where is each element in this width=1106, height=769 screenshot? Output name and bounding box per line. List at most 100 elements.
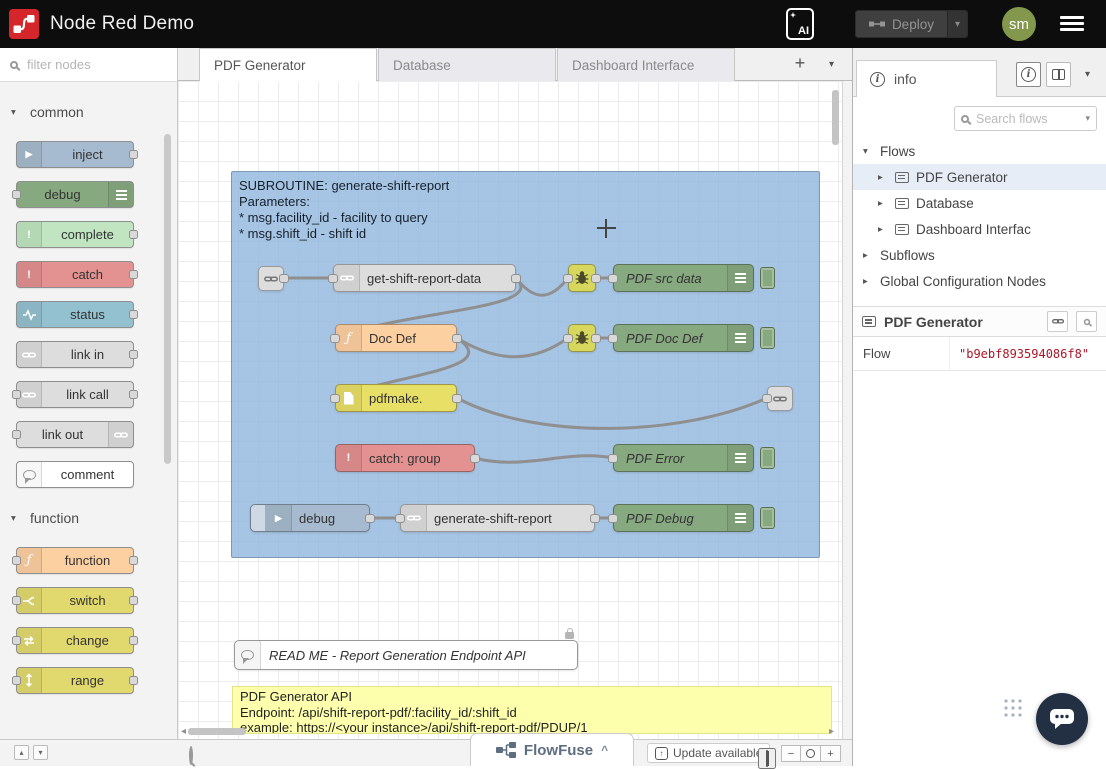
flowfuse-panel-toggle[interactable]: FlowFuse ^ <box>470 733 634 766</box>
palette-node-status[interactable]: status <box>16 301 134 328</box>
palette-node-inject[interactable]: ▶ inject <box>16 141 134 168</box>
debug-toggle-button[interactable] <box>760 447 775 469</box>
node-inject-debug[interactable]: ▶ debug <box>250 504 370 532</box>
canvas-vertical-scrollbar[interactable] <box>832 90 839 145</box>
debug-toggle-button[interactable] <box>760 507 775 529</box>
node-link-in[interactable] <box>258 266 284 291</box>
node-doc-def[interactable]: ƒ Doc Def <box>335 324 457 352</box>
palette-node-comment[interactable]: comment <box>16 461 134 488</box>
tab-dashboard-interface[interactable]: Dashboard Interface <box>557 48 735 81</box>
palette-node-link-in[interactable]: link in <box>16 341 134 368</box>
node-port[interactable] <box>608 454 618 463</box>
palette-node-function[interactable]: ƒ function <box>16 547 134 574</box>
chevron-down-icon[interactable]: ▾ <box>863 146 873 157</box>
node-port[interactable] <box>452 394 462 403</box>
node-port[interactable] <box>591 274 601 283</box>
node-port[interactable] <box>279 274 289 283</box>
drag-handle-icon[interactable] <box>1003 698 1023 723</box>
sidebar-tab-info[interactable]: i info <box>856 60 997 97</box>
wire[interactable] <box>457 338 568 357</box>
palette-node-switch[interactable]: switch <box>16 587 134 614</box>
node-port[interactable] <box>608 274 618 283</box>
node-port[interactable] <box>330 334 340 343</box>
wire[interactable] <box>516 278 568 295</box>
palette-filter[interactable] <box>0 48 177 82</box>
node-link-out[interactable] <box>767 386 793 411</box>
node-port[interactable] <box>328 274 338 283</box>
palette-node-link-out[interactable]: link out <box>16 421 134 448</box>
node-port[interactable] <box>608 514 618 523</box>
tree-row-flows[interactable]: ▾ Flows <box>853 138 1106 164</box>
node-pdf-src-data[interactable]: PDF src data <box>613 264 754 292</box>
tab-pdf-generator[interactable]: PDF Generator <box>199 48 377 81</box>
update-available-button[interactable]: ↑ Update available <box>647 743 770 763</box>
node-debug-bug[interactable] <box>568 324 596 352</box>
node-port[interactable] <box>563 274 573 283</box>
node-port[interactable] <box>762 394 772 403</box>
tab-database[interactable]: Database <box>378 48 556 81</box>
chevron-down-icon[interactable]: ▾ <box>1085 113 1090 124</box>
chevron-right-icon[interactable]: ▸ <box>863 250 873 261</box>
node-debug-bug[interactable] <box>568 264 596 292</box>
tree-row-database[interactable]: ▸ Database <box>853 190 1106 216</box>
node-port[interactable] <box>511 274 521 283</box>
node-comment-readme[interactable]: READ ME - Report Generation Endpoint API <box>234 640 578 670</box>
palette-filter-input[interactable] <box>25 56 167 73</box>
tree-row-pdf-generator[interactable]: ▸ PDF Generator <box>853 164 1106 190</box>
node-port[interactable] <box>608 334 618 343</box>
canvas-horizontal-scrollbar[interactable] <box>188 728 246 735</box>
node-port[interactable] <box>395 514 405 523</box>
node-port[interactable] <box>591 334 601 343</box>
palette-category-common[interactable]: ▾ common <box>0 96 177 128</box>
node-port[interactable] <box>452 334 462 343</box>
wire[interactable] <box>475 456 613 462</box>
search-flows-box[interactable]: ▾ <box>954 106 1097 131</box>
tree-row-dashboard-interface[interactable]: ▸ Dashboard Interfac <box>853 216 1106 242</box>
user-avatar[interactable]: sm <box>1002 7 1036 41</box>
zoom-reset-button[interactable] <box>801 745 821 762</box>
scroll-left-button[interactable]: ◂ <box>181 726 186 737</box>
palette-node-link-call[interactable]: link call <box>16 381 134 408</box>
node-port[interactable] <box>330 394 340 403</box>
node-pdf-doc-def[interactable]: PDF Doc Def <box>613 324 754 352</box>
palette-node-debug[interactable]: debug <box>16 181 134 208</box>
chat-widget-button[interactable] <box>1036 693 1088 745</box>
node-pdf-debug[interactable]: PDF Debug <box>613 504 754 532</box>
palette-node-catch[interactable]: ! catch <box>16 261 134 288</box>
debug-toggle-button[interactable] <box>760 267 775 289</box>
chevron-right-icon[interactable]: ▸ <box>863 276 873 287</box>
scroll-right-button[interactable]: ▸ <box>829 726 834 737</box>
node-port[interactable] <box>563 334 573 343</box>
inject-trigger-button[interactable] <box>251 505 266 531</box>
node-pdf-error[interactable]: PDF Error <box>613 444 754 472</box>
workspace-search-button[interactable] <box>189 748 193 763</box>
node-catch-group[interactable]: ! catch: group <box>335 444 475 472</box>
sidebar-info-tab-button[interactable]: i <box>1016 62 1041 87</box>
sidebar-help-tab-button[interactable] <box>1046 62 1071 87</box>
collapse-categories-button[interactable]: ▴ <box>14 745 29 760</box>
tree-row-global-config[interactable]: ▸ Global Configuration Nodes <box>853 268 1106 294</box>
flow-canvas[interactable]: SUBROUTINE: generate-shift-report Parame… <box>178 81 842 739</box>
expand-categories-button[interactable]: ▾ <box>33 745 48 760</box>
palette-node-range[interactable]: range <box>16 667 134 694</box>
zoom-out-button[interactable]: − <box>781 745 801 762</box>
copy-link-button[interactable] <box>1047 311 1068 332</box>
node-port[interactable] <box>590 514 600 523</box>
chevron-right-icon[interactable]: ▸ <box>878 172 888 183</box>
debug-toggle-button[interactable] <box>760 327 775 349</box>
palette-node-change[interactable]: change <box>16 627 134 654</box>
main-menu-icon[interactable] <box>1060 16 1084 19</box>
palette-scrollbar[interactable] <box>164 134 171 464</box>
add-flow-button[interactable]: + <box>788 52 812 75</box>
zoom-in-button[interactable]: + <box>821 745 841 762</box>
node-get-shift-report-data[interactable]: get-shift-report-data <box>333 264 516 292</box>
chevron-right-icon[interactable]: ▸ <box>878 198 888 209</box>
sidebar-tabs-menu[interactable]: ▾ <box>1079 68 1096 81</box>
wire[interactable] <box>457 398 767 428</box>
node-port[interactable] <box>365 514 375 523</box>
deploy-options-caret[interactable]: ▾ <box>947 11 967 37</box>
sidebar-resize-handle[interactable] <box>842 81 852 739</box>
palette-node-complete[interactable]: ! complete <box>16 221 134 248</box>
palette-category-function[interactable]: ▾ function <box>0 502 177 534</box>
tree-row-subflows[interactable]: ▸ Subflows <box>853 242 1106 268</box>
